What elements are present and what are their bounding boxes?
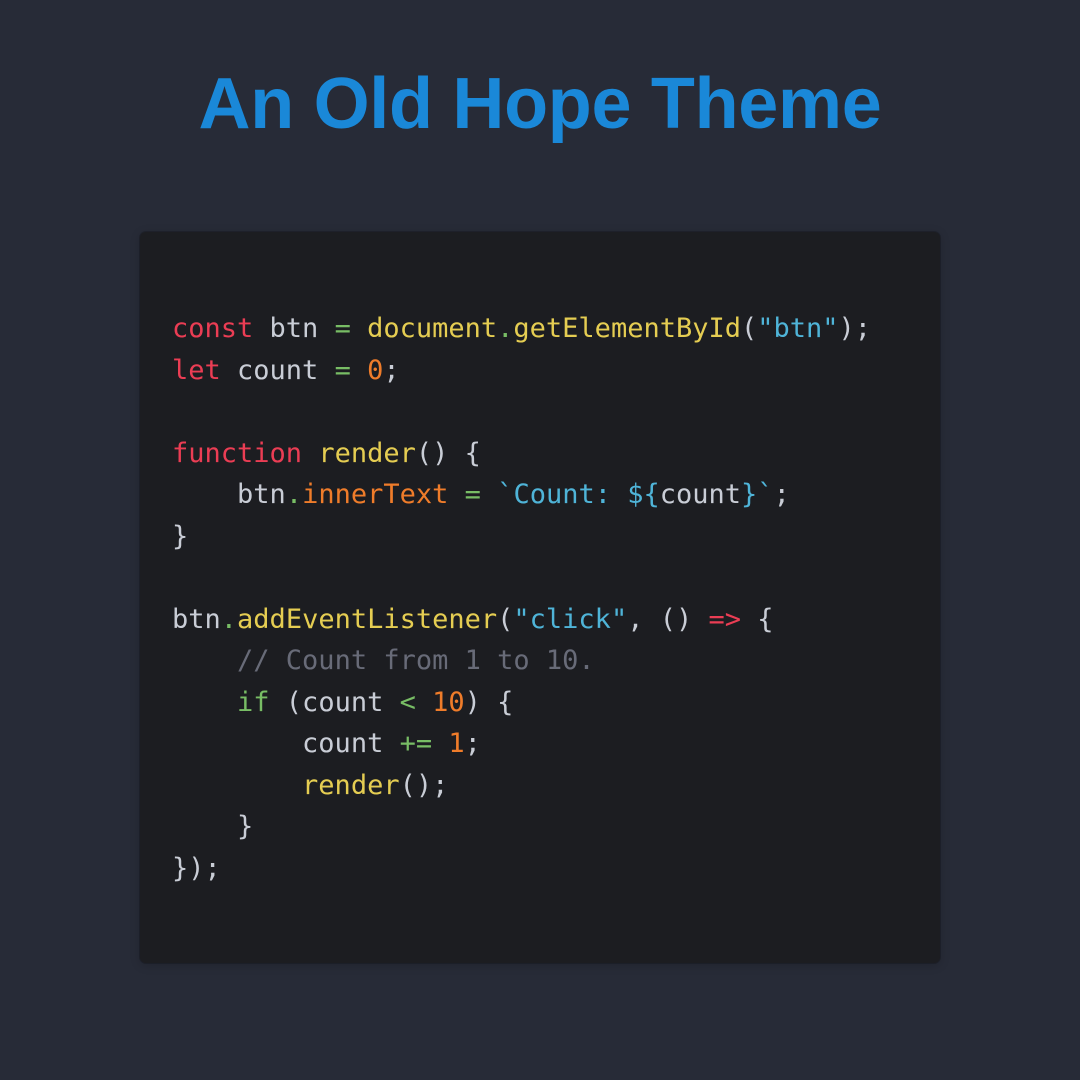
page-title: An Old Hope Theme [198,64,882,144]
semicolon: ; [464,728,481,759]
code-line-4: function render() { [172,433,912,475]
blank-code-line-3 [172,391,912,433]
condition-end: ) { [464,686,514,718]
code-line-9: // Count from 1 to 10. [172,640,912,682]
keyword-let: let [172,354,221,386]
code-line-8: btn.addEventListener("click", () => { [172,599,912,641]
opening-brace: { [741,603,774,635]
semicolon: ; [773,479,790,510]
template-interpolation-open: ${ [627,479,660,510]
string-click: "click" [513,603,628,635]
open-parenthesis: ( [740,313,758,344]
code-line-13: } [172,806,912,848]
number-ten: 10 [432,686,465,718]
template-interpolation-close: } [741,479,758,510]
number-one: 1 [448,728,465,759]
identifier-btn: btn [253,313,335,344]
open-parenthesis: ( [497,603,514,635]
keyword-if: if [237,686,270,718]
arrow-operator: => [708,603,741,635]
template-text: Count: [513,479,628,510]
string-btn: "btn" [757,313,839,344]
property-inner-text: innerText [302,479,449,510]
assignment-operator: = [334,354,351,386]
identifier-document: document [350,313,498,344]
closing-brace: } [237,811,254,842]
function-signature-end: () { [415,437,481,469]
code-line-11: count += 1; [172,723,912,765]
code-line-10: if (count < 10) { [172,682,912,724]
identifier-count: count [220,354,335,386]
number-zero: 0 [367,354,384,386]
assignment-operator: = [448,479,498,510]
code-line-6: } [172,516,912,558]
arrow-parameters: , () [627,603,709,635]
semicolon: ; [383,354,400,386]
assignment-operator: = [334,313,351,344]
template-backtick-close: ` [757,479,774,510]
code-line-5: btn.innerText = `Count: ${count}`; [172,474,912,516]
function-render-name: render [318,437,416,469]
blank-code-line-7 [172,557,912,599]
closing-callback: }); [172,852,221,884]
identifier-btn: btn [237,479,286,510]
code-line-1: const btn = document.getElementById("btn… [172,308,912,350]
code-block: const btn = document.getElementById("btn… [140,232,940,963]
code-line-14: }); [172,848,912,890]
closing-brace: } [172,520,189,552]
member-dot: . [285,479,303,510]
add-assignment-operator: += [399,728,433,759]
less-than-operator: < [399,686,416,718]
identifier-btn: btn [172,603,221,635]
method-get-element-by-id: getElementById [513,313,741,344]
code-line-12: render(); [172,765,912,807]
line-end: ); [838,313,872,344]
code-content: const btn = document.getElementById("btn… [172,308,912,889]
theme-preview-page: An Old Hope Theme const btn = document.g… [0,0,1080,1080]
function-render-call: render [302,769,400,801]
keyword-function: function [172,437,303,469]
template-backtick-open: ` [497,479,514,510]
code-comment: // Count from 1 to 10. [237,645,595,676]
template-count: count [659,479,742,510]
call-end: (); [399,769,449,801]
code-line-2: let count = 0; [172,350,912,392]
member-dot: . [220,603,238,635]
method-add-event-listener: addEventListener [237,603,498,635]
identifier-count: count [302,728,400,759]
keyword-const: const [172,313,254,344]
condition-start: (count [269,686,400,718]
member-dot: . [497,313,514,344]
